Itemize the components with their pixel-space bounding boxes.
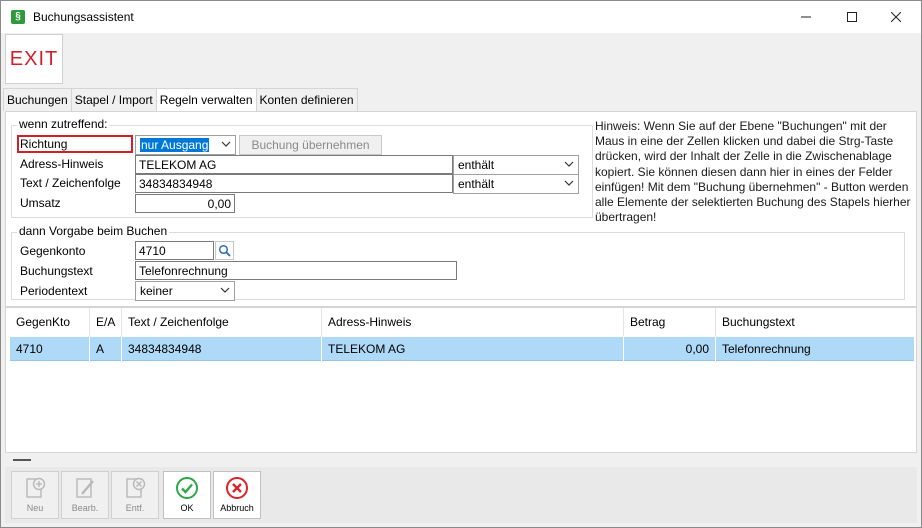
adress-match-select[interactable]: enthält xyxy=(453,155,579,175)
text-label: Text / Zeichenfolge xyxy=(20,176,121,190)
ok-button[interactable]: OK xyxy=(163,471,211,519)
buchungstext-label: Buchungstext xyxy=(20,264,93,278)
neu-label: Neu xyxy=(26,503,44,513)
gegenkonto-search-button[interactable] xyxy=(215,241,234,260)
cell-betrag: 0,00 xyxy=(624,337,716,361)
search-icon xyxy=(218,244,231,257)
table-row[interactable]: 4710 A 34834834948 TELEKOM AG 0,00 Telef… xyxy=(10,337,914,361)
umsatz-field[interactable]: 0,00 xyxy=(135,194,235,213)
chevron-down-icon xyxy=(564,161,574,167)
conditions-legend: wenn zutreffend: xyxy=(17,117,110,131)
app-window: § Buchungsassistent EXIT Buchungen Stape… xyxy=(0,0,922,528)
tab-bar: Buchungen Stapel / Import Regeln verwalt… xyxy=(3,88,358,112)
periodentext-label: Periodentext xyxy=(20,284,88,298)
abbruch-label: Abbruch xyxy=(220,503,254,513)
text-field[interactable]: 34834834948 xyxy=(135,174,453,193)
cell-buchungstext: Telefonrechnung xyxy=(722,342,811,356)
periodentext-select[interactable]: keiner xyxy=(135,281,235,301)
adress-match-value: enthält xyxy=(458,158,495,172)
column-header-ea[interactable]: E/A xyxy=(90,308,122,336)
add-document-icon xyxy=(26,477,46,498)
tab-buchungen[interactable]: Buchungen xyxy=(3,88,72,111)
close-icon xyxy=(891,12,901,22)
umsatz-label: Umsatz xyxy=(20,196,61,210)
column-header-buchungstext[interactable]: Buchungstext xyxy=(716,308,914,336)
minimize-button[interactable] xyxy=(783,1,829,33)
richtung-value: nur Ausgang xyxy=(140,138,210,152)
window-title: Buchungsassistent xyxy=(33,10,134,24)
buchungstext-field[interactable]: Telefonrechnung xyxy=(135,261,457,280)
exit-button[interactable]: EXIT xyxy=(5,34,63,84)
tab-stapel-import[interactable]: Stapel / Import xyxy=(70,88,157,111)
entf-button[interactable]: Entf. xyxy=(111,471,159,519)
neu-button[interactable]: Neu xyxy=(11,471,59,519)
column-header-gegenkto[interactable]: GegenKto xyxy=(10,308,90,336)
richtung-select[interactable]: nur Ausgang xyxy=(135,135,236,155)
buchung-uebernehmen-button[interactable]: Buchung übernehmen xyxy=(239,135,382,155)
cell-text: 34834834948 xyxy=(122,337,322,361)
column-header-betrag[interactable]: Betrag xyxy=(624,308,716,336)
chevron-down-icon xyxy=(564,180,574,186)
app-icon: § xyxy=(11,10,25,24)
text-match-select[interactable]: enthält xyxy=(453,174,579,194)
toolbar: EXIT xyxy=(1,33,921,87)
rules-table: GegenKto E/A Text / Zeichenfolge Adress-… xyxy=(5,307,917,453)
tab-konten-definieren[interactable]: Konten definieren xyxy=(255,88,358,111)
richtung-label: Richtung xyxy=(20,137,68,151)
bearb-label: Bearb. xyxy=(71,503,99,513)
minimize-icon xyxy=(801,16,811,18)
maximize-icon xyxy=(847,12,857,22)
abbruch-button[interactable]: Abbruch xyxy=(213,471,261,519)
cell-adress: TELEKOM AG xyxy=(322,337,624,361)
bottom-button-bar: Neu Bearb. Entf. OK Abbruch xyxy=(5,467,917,523)
cancel-icon xyxy=(226,477,248,499)
checkmark-icon xyxy=(176,477,198,499)
entf-label: Entf. xyxy=(125,503,145,513)
periodentext-value: keiner xyxy=(140,284,173,298)
gegenkonto-label: Gegenkonto xyxy=(20,244,86,258)
column-header-text[interactable]: Text / Zeichenfolge xyxy=(122,308,322,336)
tab-regeln-verwalten[interactable]: Regeln verwalten xyxy=(155,88,257,112)
delete-document-icon xyxy=(126,477,146,498)
column-header-adress[interactable]: Adress-Hinweis xyxy=(322,308,624,336)
adress-label: Adress-Hinweis xyxy=(20,157,104,171)
text-match-value: enthält xyxy=(458,177,495,191)
edit-pencil-icon xyxy=(76,478,94,498)
maximize-button[interactable] xyxy=(829,1,875,33)
ok-label: OK xyxy=(180,503,194,513)
chevron-down-icon xyxy=(220,287,230,293)
cell-ea: A xyxy=(90,337,122,361)
hint-text: Hinweis: Wenn Sie auf der Ebene "Buchung… xyxy=(595,119,911,225)
splitter-handle xyxy=(13,459,31,461)
adress-field[interactable]: TELEKOM AG xyxy=(135,155,453,174)
close-button[interactable] xyxy=(873,1,919,33)
chevron-down-icon xyxy=(221,141,231,147)
title-bar: § Buchungsassistent xyxy=(1,1,921,33)
bearb-button[interactable]: Bearb. xyxy=(61,471,109,519)
gegenkonto-field[interactable]: 4710 xyxy=(135,241,214,260)
defaults-legend: dann Vorgabe beim Buchen xyxy=(17,224,170,238)
splitter[interactable] xyxy=(5,453,917,467)
cell-gegenkto: 4710 xyxy=(10,337,90,361)
